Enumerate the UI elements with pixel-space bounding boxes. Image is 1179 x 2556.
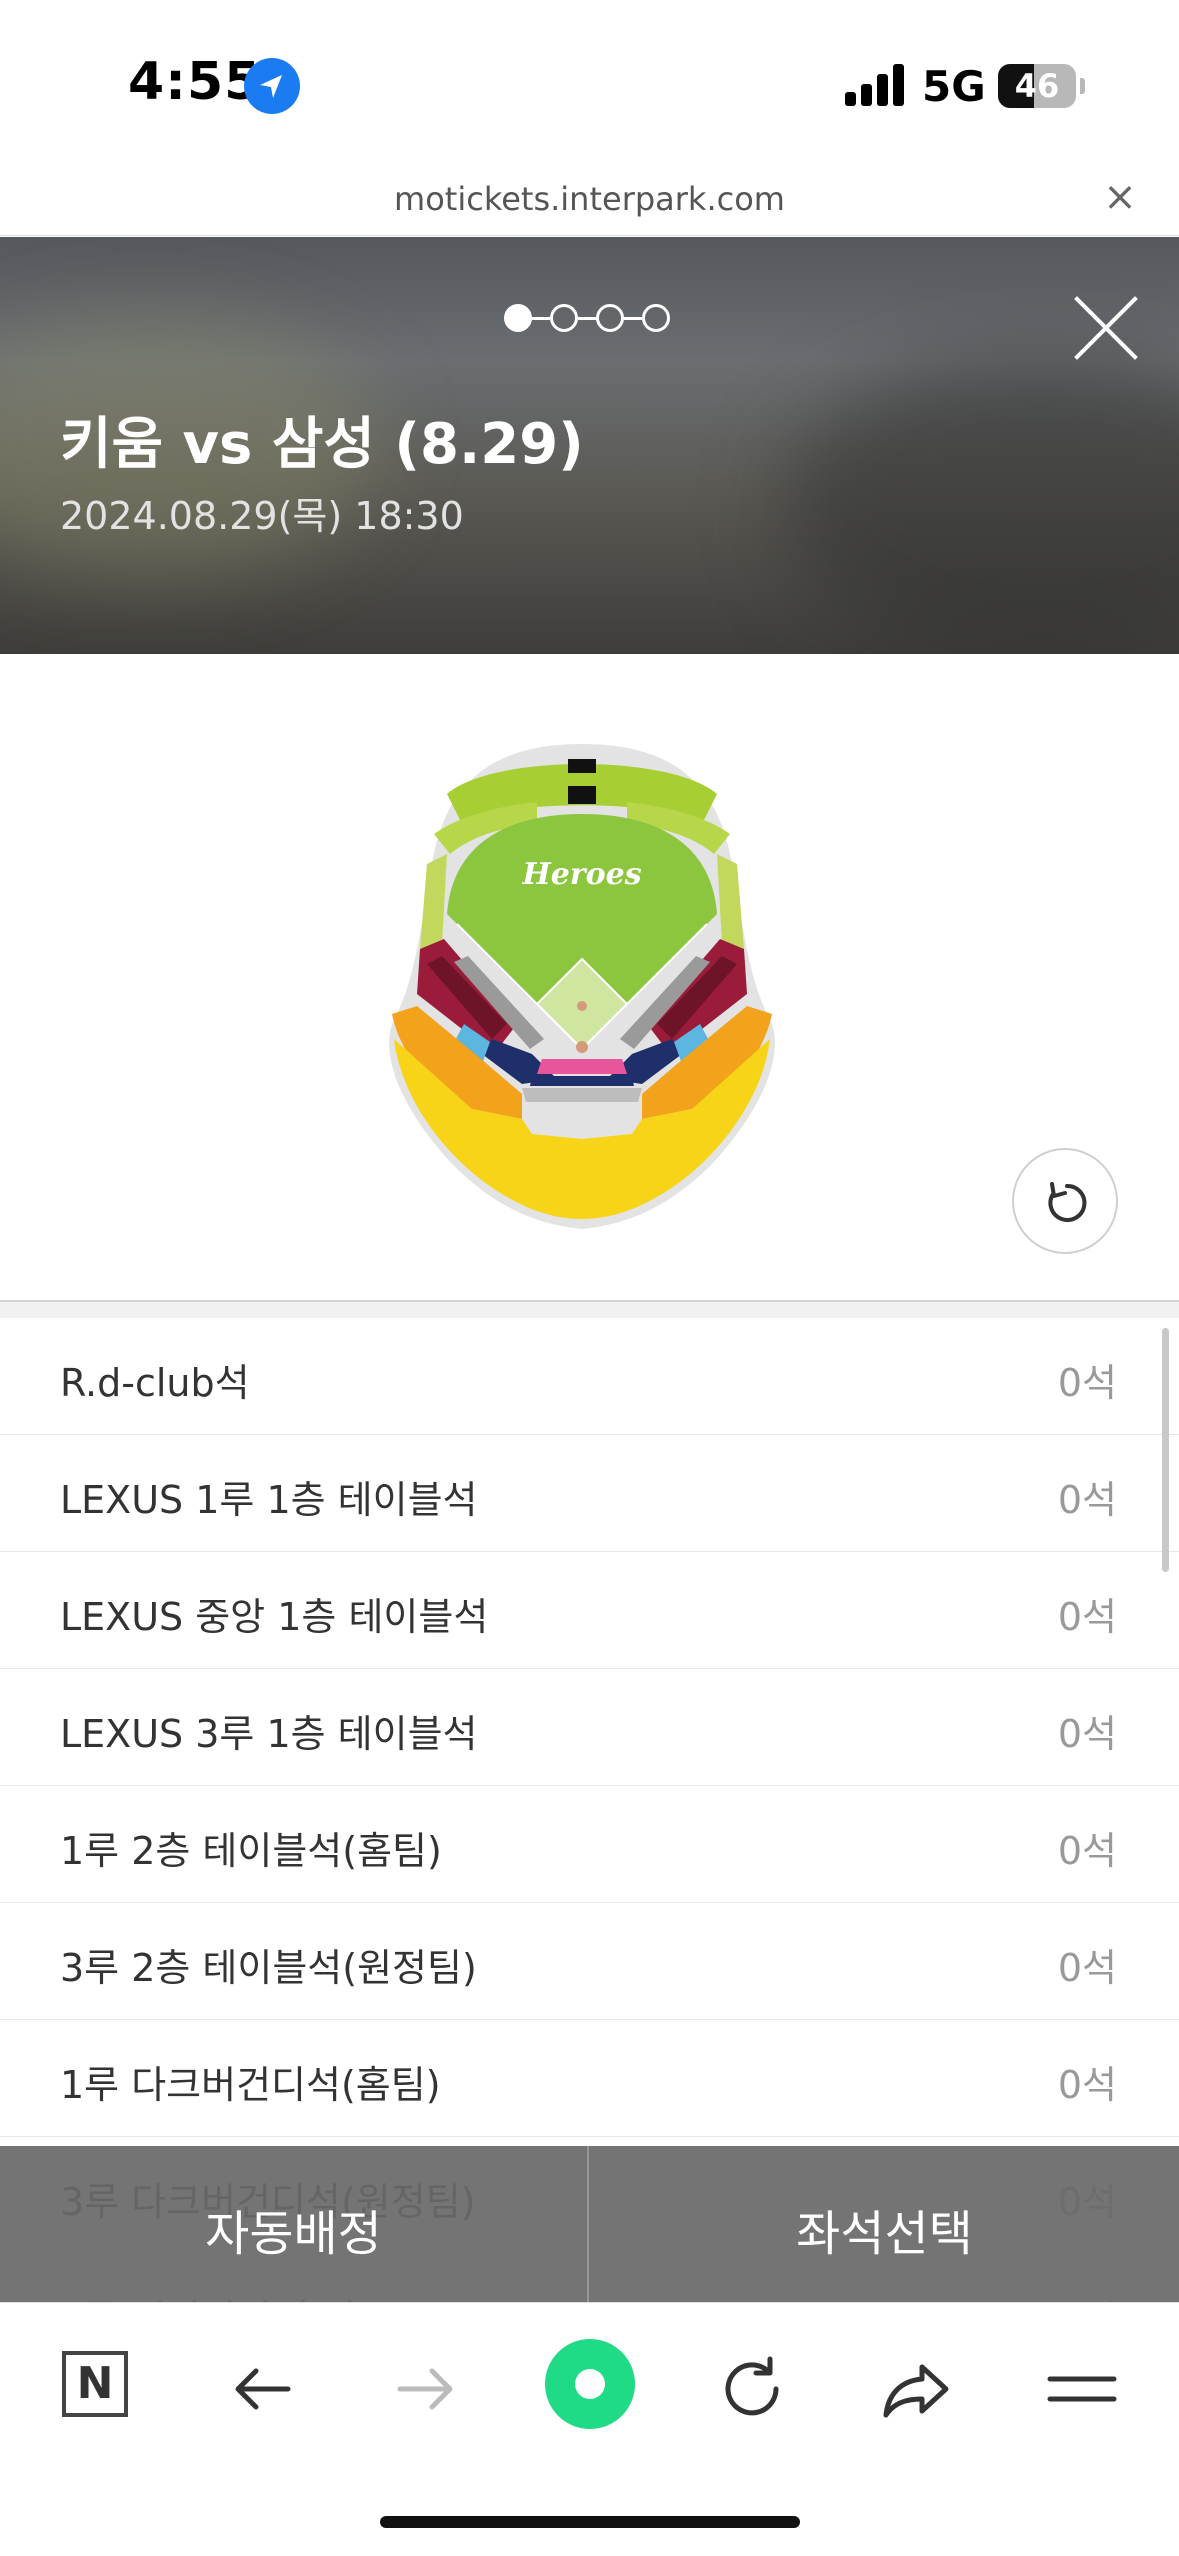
pager-dot[interactable]	[504, 304, 532, 332]
pitcher-mound	[577, 1001, 587, 1011]
network-type: 5G	[922, 62, 986, 111]
pager-connector	[578, 316, 596, 320]
battery-level: 46	[1014, 67, 1060, 105]
seat-grade-row[interactable]: 3루 2층 테이블석(원정팀) 0석	[0, 1903, 1179, 2020]
seat-grade-name: LEXUS 3루 1층 테이블석	[60, 1712, 478, 1756]
select-seat-label: 좌석선택	[796, 2206, 973, 2262]
pager-connector	[532, 316, 550, 320]
auto-assign-button[interactable]: 자동배정	[0, 2146, 589, 2302]
seat-grade-count: 0석	[1057, 2063, 1117, 2107]
battery-nub	[1080, 78, 1085, 94]
seat-grade-row[interactable]: 1루 다크버건디석(홈팀) 0석	[0, 2020, 1179, 2137]
pager-indicator[interactable]	[504, 301, 670, 335]
back-arrow-icon[interactable]	[222, 2349, 302, 2429]
rd-club-seats[interactable]	[530, 1076, 634, 1086]
cellular-signal-icon	[845, 62, 905, 106]
home-indicator	[380, 2516, 800, 2528]
seat-grade-row[interactable]: LEXUS 1루 1층 테이블석 0석	[0, 1435, 1179, 1552]
seat-grade-row[interactable]: LEXUS 중앙 1층 테이블석 0석	[0, 1552, 1179, 1669]
location-arrow-icon	[244, 58, 300, 114]
seat-grade-count: 0석	[1057, 1478, 1117, 1522]
seat-grade-row[interactable]: R.d-club석 0석	[0, 1318, 1179, 1435]
seat-grade-count: 0석	[1057, 1829, 1117, 1873]
action-bar: 자동배정 좌석선택	[0, 2146, 1179, 2302]
seat-grade-name: 3루 2층 테이블석(원정팀)	[60, 1946, 477, 1990]
seat-grade-row[interactable]: 1루 2층 테이블석(홈팀) 0석	[0, 1786, 1179, 1903]
green-dot-center	[575, 2369, 605, 2399]
url-close-icon[interactable]: ×	[1100, 174, 1140, 220]
grey-walkway	[522, 1088, 642, 1102]
menu-icon[interactable]	[1042, 2349, 1122, 2429]
game-datetime: 2024.08.29(목) 18:30	[60, 494, 464, 538]
reload-icon[interactable]	[712, 2349, 792, 2429]
status-time: 4:55	[128, 52, 262, 112]
scoreboard	[568, 759, 596, 773]
pager-connector	[624, 316, 642, 320]
event-header: 키움 vs 삼성 (8.29) 2024.08.29(목) 18:30	[0, 237, 1179, 654]
seat-list-scrollbar[interactable]	[1162, 1328, 1169, 1572]
refresh-icon	[1048, 1182, 1087, 1222]
select-seat-button[interactable]: 좌석선택	[590, 2146, 1179, 2302]
seat-grade-count: 0석	[1057, 1361, 1117, 1405]
stadium-map-area: Heroes	[0, 654, 1179, 1300]
section-divider	[0, 1300, 1179, 1318]
pager-dot[interactable]	[550, 304, 578, 332]
refresh-map-button[interactable]	[1012, 1148, 1118, 1254]
seat-grade-count: 0석	[1057, 1712, 1117, 1756]
seat-grade-name: LEXUS 중앙 1층 테이블석	[60, 1595, 489, 1639]
seat-grade-row[interactable]: LEXUS 3루 1층 테이블석 0석	[0, 1669, 1179, 1786]
heroes-logo: Heroes	[521, 857, 641, 892]
share-icon[interactable]	[876, 2349, 956, 2429]
pink-seats-home-plate[interactable]	[537, 1059, 627, 1074]
stadium-seat-map[interactable]: Heroes	[372, 724, 792, 1284]
seat-grade-name: 1루 2층 테이블석(홈팀)	[60, 1829, 442, 1873]
close-icon[interactable]	[1070, 291, 1144, 365]
battery-icon: 46	[998, 64, 1076, 108]
url-text[interactable]: motickets.interpark.com	[0, 180, 1179, 218]
auto-assign-label: 자동배정	[205, 2206, 382, 2262]
seat-grade-name: 1루 다크버건디석(홈팀)	[60, 2063, 441, 2107]
green-dot-icon[interactable]	[545, 2339, 635, 2429]
pager-dot[interactable]	[596, 304, 624, 332]
forward-arrow-icon[interactable]	[386, 2349, 466, 2429]
game-title: 키움 vs 삼성 (8.29)	[60, 412, 584, 477]
naver-home-icon[interactable]: N	[62, 2351, 128, 2417]
status-bar: 4:55 5G 46	[0, 0, 1179, 170]
header-background-blur	[780, 357, 1179, 654]
seat-grade-count: 0석	[1057, 1595, 1117, 1639]
seat-grade-count: 0석	[1057, 1946, 1117, 1990]
url-bar[interactable]: motickets.interpark.com ×	[0, 170, 1179, 236]
outfield-block	[568, 786, 596, 804]
seat-grade-name: LEXUS 1루 1층 테이블석	[60, 1478, 478, 1522]
seat-grade-name: R.d-club석	[60, 1361, 250, 1405]
home-plate	[576, 1041, 588, 1053]
pager-dot[interactable]	[642, 304, 670, 332]
